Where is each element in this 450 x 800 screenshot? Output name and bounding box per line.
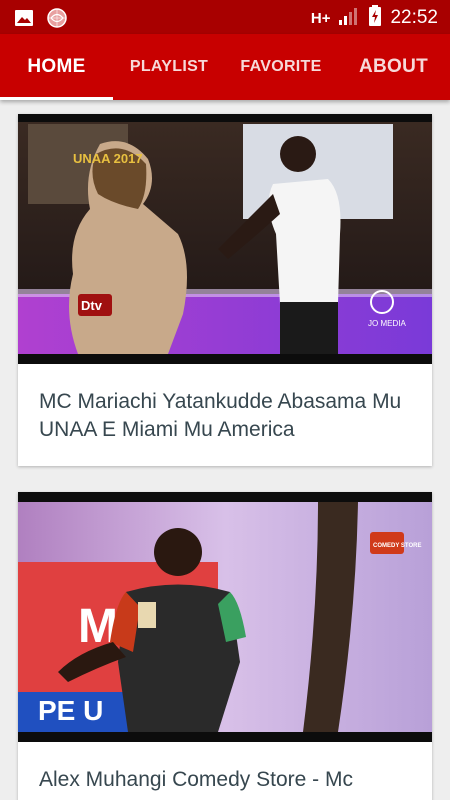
tab-about[interactable]: ABOUT (337, 34, 450, 100)
app-notification-icon (46, 7, 68, 33)
video-card[interactable]: UNAA 2017 Dtv JO MEDIA MC Mariachi Yatan… (18, 114, 432, 466)
network-type-label: H+ (310, 9, 331, 27)
video-thumbnail[interactable]: UNAA 2017 Dtv JO MEDIA (18, 114, 432, 364)
active-tab-indicator (0, 97, 113, 100)
battery-charging-icon (368, 5, 382, 31)
event-caption: UNAA 2017 (73, 151, 143, 166)
status-bar: H+ 22:52 (0, 0, 450, 34)
watermark: JO MEDIA (368, 319, 406, 328)
video-title[interactable]: Alex Muhangi Comedy Store - Mc (18, 742, 432, 794)
banner-text-lower: PE U (38, 695, 103, 726)
signal-icon (338, 6, 360, 30)
tab-playlist[interactable]: PLAYLIST (113, 34, 225, 100)
tab-favorite[interactable]: FAVORITE (225, 34, 337, 100)
video-card[interactable]: MED PE U COMEDY STORE Alex Muhangi Comed… (18, 492, 432, 800)
image-icon (14, 9, 34, 31)
video-thumbnail[interactable]: MED PE U COMEDY STORE (18, 492, 432, 742)
channel-logo: Dtv (81, 298, 103, 313)
tab-bar: HOME PLAYLIST FAVORITE ABOUT (0, 34, 450, 100)
video-title[interactable]: MC Mariachi Yatankudde Abasama Mu UNAA E… (18, 364, 432, 444)
tab-home[interactable]: HOME (0, 34, 113, 100)
clock: 22:52 (390, 7, 438, 28)
comedy-store-logo: COMEDY STORE (373, 543, 421, 549)
